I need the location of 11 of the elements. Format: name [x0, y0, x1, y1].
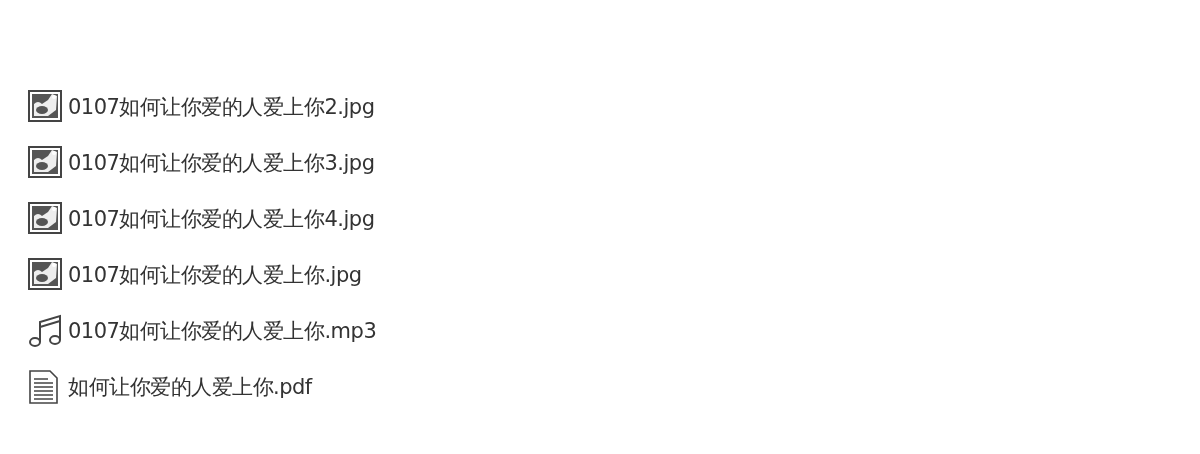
file-name[interactable]: 如何让你爱的人爱上你.pdf — [68, 373, 312, 401]
image-file-icon[interactable] — [28, 146, 62, 180]
file-name[interactable]: 0107如何让你爱的人爱上你.jpg — [68, 261, 362, 289]
image-file-icon[interactable] — [28, 202, 62, 236]
music-note-icon[interactable] — [28, 314, 62, 348]
file-name[interactable]: 0107如何让你爱的人爱上你4.jpg — [68, 205, 375, 233]
image-file-icon[interactable] — [28, 258, 62, 292]
image-file-icon[interactable] — [28, 90, 62, 124]
file-name[interactable]: 0107如何让你爱的人爱上你2.jpg — [68, 93, 375, 121]
file-name[interactable]: 0107如何让你爱的人爱上你.mp3 — [68, 317, 377, 345]
file-name[interactable]: 0107如何让你爱的人爱上你3.jpg — [68, 149, 375, 177]
